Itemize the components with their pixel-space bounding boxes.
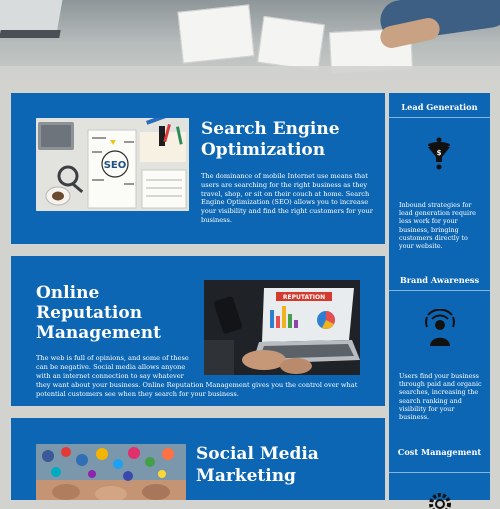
- seo-title-line1: Search Engine: [201, 119, 340, 139]
- seo-description: The dominance of mobile Internet use mea…: [201, 172, 373, 224]
- benefits-sidebar: Lead Generation $ Inbound strategies for…: [389, 93, 490, 509]
- brand-awareness-heading: Brand Awareness: [399, 275, 480, 285]
- reputation-card: Online Reputation Management REPUTATION …: [11, 256, 385, 406]
- hero-image: [0, 0, 500, 80]
- reputation-description-part2: they want about your business. Online Re…: [36, 381, 358, 398]
- seo-thumbnail: SEO: [36, 118, 189, 211]
- lead-generation-text: Inbound strategies for lead generation r…: [399, 201, 476, 251]
- funnel-dollar-icon: $: [428, 137, 450, 170]
- paper-sheet: [257, 15, 325, 72]
- reputation-description-part1: The web is full of opinions, and some of…: [36, 354, 189, 380]
- seo-desk-illustration: SEO: [36, 118, 189, 211]
- reputation-screen-text: REPUTATION: [283, 294, 325, 301]
- social-icons-illustration: [36, 444, 186, 500]
- cost-management-heading: Cost Management: [397, 447, 482, 457]
- seo-title-line2: Optimization: [201, 140, 326, 160]
- social-title-line1: Social Media: [196, 444, 319, 464]
- sidebar-divider: [389, 472, 490, 473]
- svg-text:$: $: [437, 149, 442, 157]
- sidebar-divider: [389, 117, 490, 118]
- reputation-laptop-illustration: REPUTATION: [204, 280, 360, 375]
- social-title-line2: Marketing: [196, 466, 296, 486]
- paper-sheet: [177, 4, 255, 64]
- reputation-title-line2: Reputation: [36, 303, 143, 323]
- lead-generation-heading: Lead Generation: [401, 102, 478, 112]
- laptop-keyboard-shape: [0, 30, 61, 38]
- social-card: Social Media Marketing: [11, 418, 385, 500]
- person-broadcast-icon: [425, 309, 455, 346]
- seo-card: SEO Search Engine Optimization The domin…: [11, 93, 385, 244]
- reputation-title-line1: Online: [36, 283, 100, 303]
- reputation-title-line3: Management: [36, 323, 161, 343]
- hero-bottom-fade: [0, 66, 500, 80]
- brand-awareness-text: Users find your business through paid an…: [399, 372, 482, 422]
- sidebar-divider: [389, 290, 490, 291]
- social-thumbnail: [36, 444, 186, 500]
- gear-icon: [429, 493, 451, 509]
- seo-image-text: SEO: [104, 160, 127, 171]
- reputation-thumbnail: REPUTATION: [204, 280, 360, 375]
